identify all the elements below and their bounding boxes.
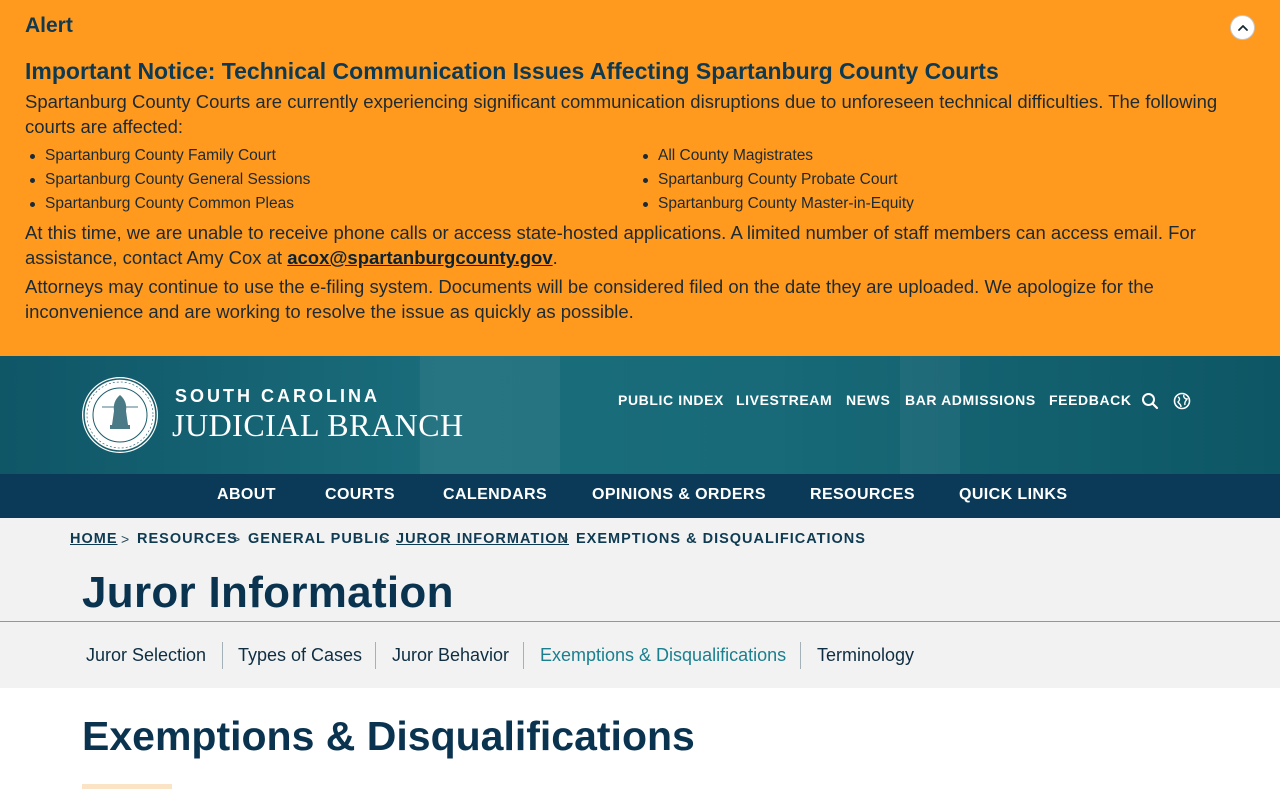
list-item: Spartanburg County Probate Court	[638, 168, 1238, 192]
list-item: Spartanburg County Common Pleas	[25, 192, 625, 216]
alert-efiling-paragraph: Attorneys may continue to use the e-fili…	[25, 276, 1154, 322]
search-icon[interactable]	[1141, 392, 1159, 410]
list-item: Spartanburg County General Sessions	[25, 168, 625, 192]
nav-calendars[interactable]: CALENDARS	[443, 486, 547, 504]
nav-opinions-orders[interactable]: OPINIONS & ORDERS	[592, 486, 766, 504]
subnav-juror-behavior[interactable]: Juror Behavior	[392, 645, 509, 666]
affected-courts-list-left: Spartanburg County Family Court Spartanb…	[25, 144, 625, 216]
list-item: Spartanburg County Family Court	[25, 144, 625, 168]
brand-main[interactable]: JUDICIAL BRANCH	[172, 407, 464, 444]
nav-quick-links[interactable]: QUICK LINKS	[959, 486, 1067, 504]
breadcrumb-separator: >	[121, 531, 130, 547]
subnav-terminology[interactable]: Terminology	[817, 645, 914, 666]
list-item: Spartanburg County Master-in-Equity	[638, 192, 1238, 216]
breadcrumb-separator: >	[560, 531, 569, 547]
util-link-public-index[interactable]: PUBLIC INDEX	[618, 392, 724, 408]
subnav-divider	[222, 642, 223, 669]
contact-email-link[interactable]: acox@spartanburgcounty.gov	[287, 247, 552, 268]
breadcrumb-juror-information[interactable]: JUROR INFORMATION	[396, 531, 569, 547]
nav-resources[interactable]: RESOURCES	[810, 486, 915, 504]
util-link-livestream[interactable]: LIVESTREAM	[736, 392, 832, 408]
breadcrumb-home[interactable]: HOME	[70, 531, 118, 547]
breadcrumb: HOME > RESOURCES > GENERAL PUBLIC > JURO…	[0, 518, 1280, 621]
util-link-news[interactable]: NEWS	[846, 392, 890, 408]
subnav-divider	[375, 642, 376, 669]
breadcrumb-separator: >	[232, 531, 241, 547]
alert-intro: Spartanburg County Courts are currently …	[25, 91, 1218, 137]
subnav-exemptions-disqualifications[interactable]: Exemptions & Disqualifications	[540, 645, 786, 666]
page-title: Juror Information	[82, 568, 454, 617]
alert-contact-text: At this time, we are unable to receive p…	[25, 222, 1196, 268]
globe-icon[interactable]	[1173, 392, 1191, 410]
alert-collapse-button[interactable]	[1230, 15, 1255, 40]
alert-heading: Important Notice: Technical Communicatio…	[25, 58, 999, 84]
breadcrumb-separator: >	[380, 531, 389, 547]
chevron-up-icon	[1237, 24, 1248, 31]
subnav-divider	[523, 642, 524, 669]
list-item: All County Magistrates	[638, 144, 1238, 168]
section-subnav: Juror Selection Types of Cases Juror Beh…	[0, 622, 1280, 688]
breadcrumb-general-public[interactable]: GENERAL PUBLIC	[248, 531, 391, 547]
subnav-divider	[800, 642, 801, 669]
util-link-bar-admissions[interactable]: BAR ADMISSIONS	[905, 392, 1036, 408]
alert-label: Alert	[25, 14, 73, 37]
site-header: SOUTH CAROLINA JUDICIAL BRANCH PUBLIC IN…	[0, 356, 1280, 474]
subnav-juror-selection[interactable]: Juror Selection	[86, 645, 206, 666]
util-link-feedback[interactable]: FEEDBACK	[1049, 392, 1132, 408]
title-underline	[82, 784, 172, 789]
court-seal-logo[interactable]	[82, 377, 158, 453]
alert-banner: Alert Important Notice: Technical Commun…	[0, 0, 1280, 356]
breadcrumb-resources[interactable]: RESOURCES	[137, 531, 238, 547]
subnav-types-of-cases[interactable]: Types of Cases	[238, 645, 362, 666]
alert-contact-end: .	[552, 247, 558, 268]
alert-contact-paragraph: At this time, we are unable to receive p…	[25, 220, 1260, 270]
nav-about[interactable]: ABOUT	[217, 486, 276, 504]
affected-courts-list-right: All County Magistrates Spartanburg Count…	[638, 144, 1238, 216]
nav-courts[interactable]: COURTS	[325, 486, 395, 504]
content-title: Exemptions & Disqualifications	[82, 713, 695, 759]
breadcrumb-current: EXEMPTIONS & DISQUALIFICATIONS	[576, 531, 866, 547]
main-navigation: ABOUT COURTS CALENDARS OPINIONS & ORDERS…	[0, 474, 1280, 518]
brand-top: SOUTH CAROLINA	[175, 386, 380, 406]
